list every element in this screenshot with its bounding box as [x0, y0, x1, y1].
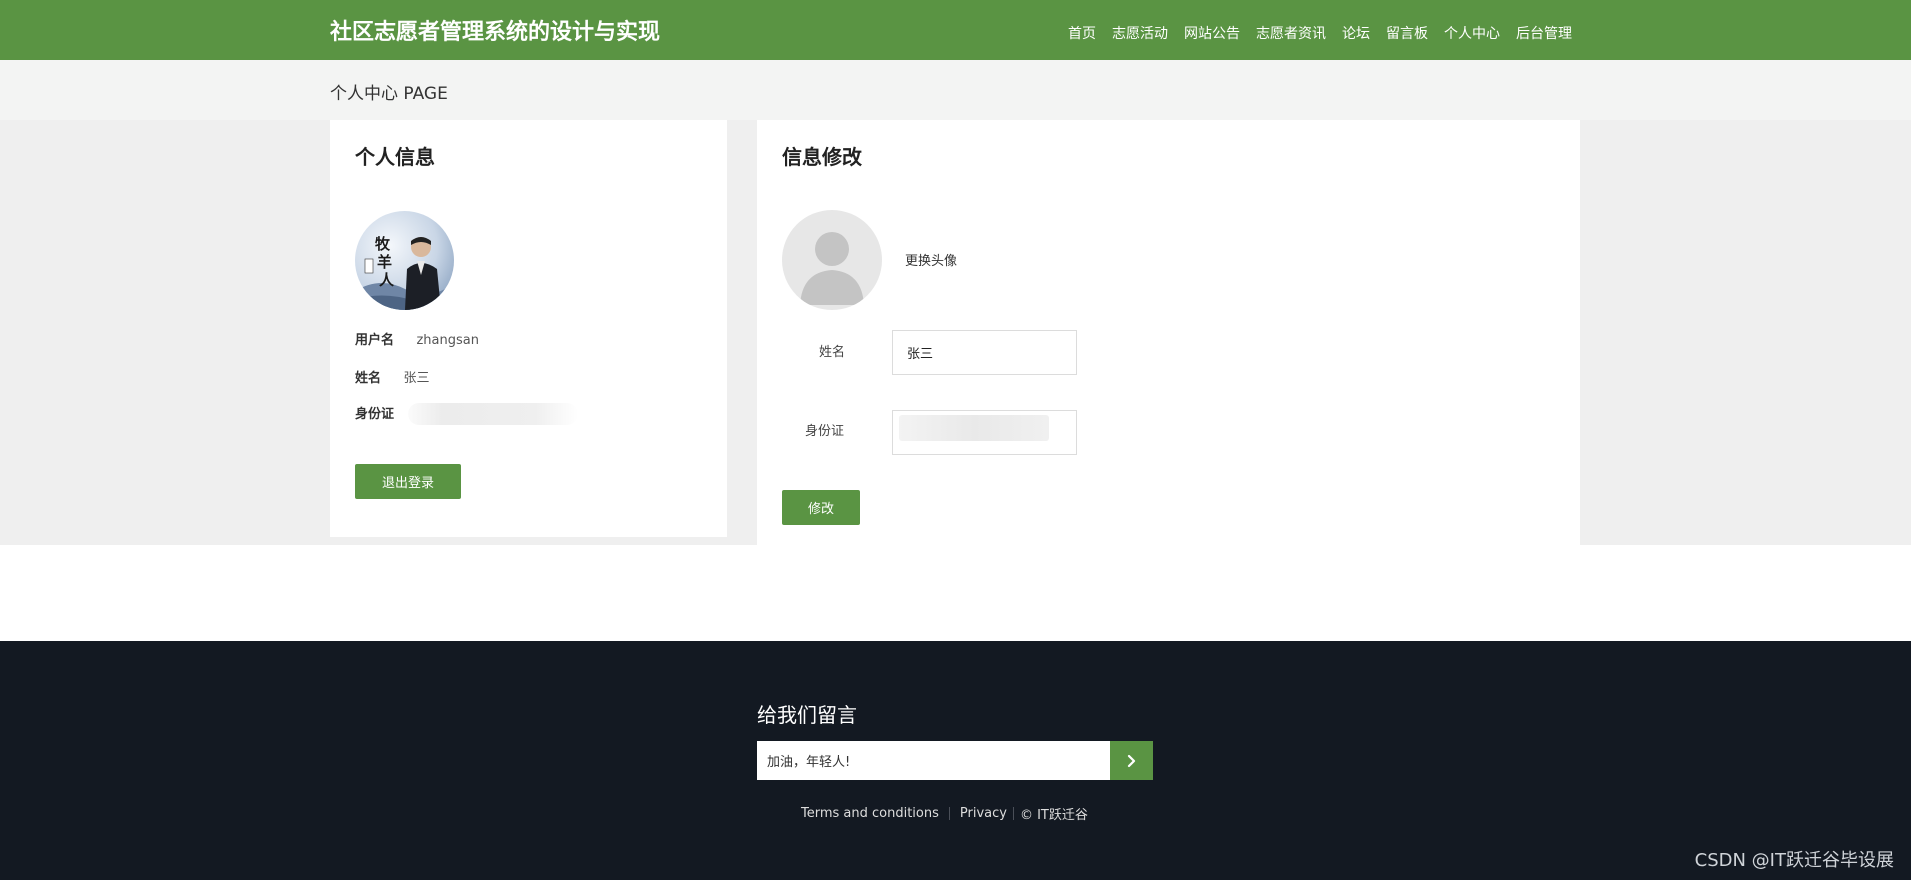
- edit-name-label: 姓名: [819, 345, 846, 360]
- footer-title: 给我们留言: [757, 703, 857, 727]
- edit-id-label: 身份证: [805, 424, 845, 439]
- nav-forum[interactable]: 论坛: [1342, 23, 1370, 43]
- terms-link[interactable]: Terms and conditions: [801, 806, 939, 821]
- username-row: 用户名 zhangsan: [355, 329, 479, 348]
- top-navbar: 社区志愿者管理系统的设计与实现 首页 志愿活动 网站公告 志愿者资讯 论坛 留言…: [0, 0, 1911, 60]
- name-row: 姓名 张三: [355, 367, 429, 386]
- nav-activities[interactable]: 志愿活动: [1112, 23, 1168, 43]
- user-avatar: 牧 羊 人: [355, 211, 454, 310]
- nav-volunteer-news[interactable]: 志愿者资讯: [1256, 23, 1326, 43]
- nav-admin[interactable]: 后台管理: [1516, 23, 1572, 43]
- breadcrumb-band: 个人中心 PAGE: [0, 60, 1911, 120]
- nav-message-board[interactable]: 留言板: [1386, 23, 1428, 43]
- message-input[interactable]: [757, 741, 1110, 780]
- name-field[interactable]: [892, 330, 1077, 375]
- footer: 给我们留言 Terms and conditions Privacy © IT跃…: [0, 641, 1911, 880]
- main-nav: 首页 志愿活动 网站公告 志愿者资讯 论坛 留言板 个人中心 后台管理: [1068, 23, 1572, 43]
- message-submit-button[interactable]: [1110, 741, 1153, 780]
- footer-links: Terms and conditions Privacy © IT跃迁谷: [801, 804, 1088, 823]
- id-label: 身份证: [355, 407, 395, 422]
- logout-button[interactable]: 退出登录: [355, 464, 461, 499]
- profile-card: 个人信息 牧 羊 人 用户名 zhangsan 姓名 张三 身份证 退出登录: [330, 120, 727, 537]
- id-field-redacted: [899, 415, 1049, 441]
- footer-divider: [1012, 807, 1014, 820]
- privacy-link[interactable]: Privacy: [960, 806, 1007, 821]
- chevron-right-icon: [1127, 754, 1135, 767]
- footer-divider: [948, 807, 950, 820]
- watermark: CSDN @IT跃迁谷毕设展: [1694, 850, 1894, 871]
- nav-home[interactable]: 首页: [1068, 23, 1096, 43]
- username-label: 用户名: [355, 333, 395, 348]
- nav-personal-center[interactable]: 个人中心: [1444, 23, 1500, 43]
- id-row: 身份证: [355, 403, 579, 425]
- name-value: 张三: [403, 371, 430, 386]
- id-value-redacted: [408, 403, 579, 425]
- username-value: zhangsan: [416, 333, 479, 348]
- default-avatar[interactable]: [782, 210, 882, 310]
- edit-title: 信息修改: [782, 145, 862, 169]
- copyright-text: © IT跃迁谷: [1019, 808, 1088, 823]
- change-avatar-link[interactable]: 更换头像: [905, 250, 957, 269]
- svg-text:人: 人: [379, 271, 395, 289]
- edit-card: 信息修改 更换头像 姓名 身份证 修改: [757, 120, 1580, 545]
- site-title[interactable]: 社区志愿者管理系统的设计与实现: [330, 14, 660, 46]
- name-label: 姓名: [355, 371, 382, 386]
- submit-edit-button[interactable]: 修改: [782, 490, 860, 525]
- nav-announcements[interactable]: 网站公告: [1184, 23, 1240, 43]
- profile-title: 个人信息: [355, 145, 435, 169]
- svg-text:牧: 牧: [375, 235, 391, 253]
- svg-text:羊: 羊: [377, 253, 392, 271]
- user-silhouette-icon: [800, 232, 864, 305]
- breadcrumb: 个人中心 PAGE: [330, 84, 448, 104]
